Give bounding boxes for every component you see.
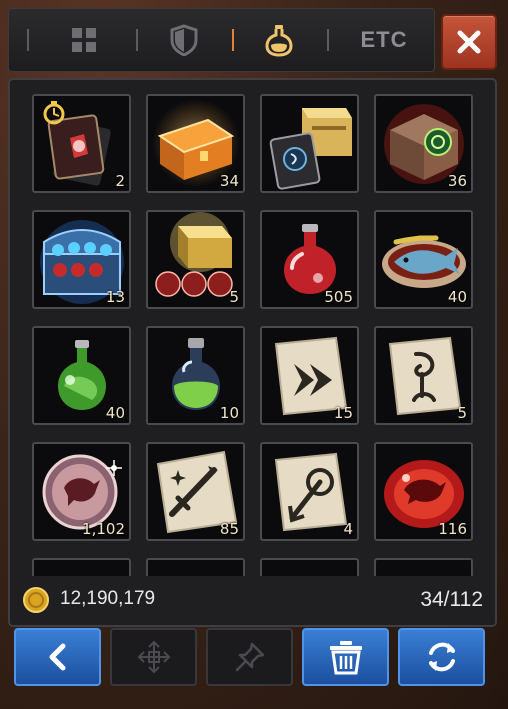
- item-quantity: 10: [219, 404, 239, 422]
- refresh-button[interactable]: [398, 628, 485, 686]
- item-slot[interactable]: 5: [146, 210, 245, 309]
- potion-icon: [265, 25, 293, 57]
- tab-bar: ETC: [8, 8, 435, 72]
- tab-equipment[interactable]: [159, 19, 209, 61]
- item-quantity: 13: [105, 288, 125, 306]
- grid-icon: [72, 28, 96, 52]
- item-slot[interactable]: 116: [374, 442, 473, 541]
- item-quantity: 1,102: [82, 520, 125, 538]
- item-slot[interactable]: 34: [146, 94, 245, 193]
- item-quantity: 5: [229, 288, 239, 306]
- gold-coin-icon: [23, 587, 49, 613]
- tab-all[interactable]: [59, 19, 109, 61]
- pin-button[interactable]: [206, 628, 293, 686]
- item-slot[interactable]: 1,102: [32, 442, 131, 541]
- trash-icon: [329, 641, 362, 675]
- item-slot[interactable]: 85: [146, 442, 245, 541]
- item-quantity: 116: [438, 520, 467, 538]
- item-quantity: 4: [343, 520, 353, 538]
- back-button[interactable]: [14, 628, 101, 686]
- tab-divider: [327, 29, 329, 51]
- item-quantity: 85: [219, 520, 239, 538]
- refresh-icon: [428, 642, 455, 672]
- item-slot[interactable]: 10: [146, 326, 245, 425]
- item-slot[interactable]: [260, 94, 359, 193]
- close-icon: [457, 30, 481, 54]
- card-and-gold-chest-icon: [269, 108, 352, 190]
- shield-icon: [170, 24, 198, 56]
- move-cross-icon: [137, 640, 170, 674]
- bottom-toolbar: [8, 622, 493, 697]
- item-quantity: 40: [105, 404, 125, 422]
- item-quantity: 505: [324, 288, 353, 306]
- discard-button[interactable]: [302, 628, 389, 686]
- tab-consumables[interactable]: [254, 19, 304, 61]
- pin-icon: [235, 642, 264, 672]
- item-slot[interactable]: 36: [374, 94, 473, 193]
- item-quantity: 40: [447, 288, 467, 306]
- item-slot[interactable]: 15: [260, 326, 359, 425]
- tab-divider-active: [232, 29, 234, 51]
- tab-etc-label: ETC: [360, 27, 408, 52]
- item-quantity: 2: [115, 172, 125, 190]
- item-slot[interactable]: 4: [260, 442, 359, 541]
- close-button[interactable]: [441, 14, 497, 70]
- tab-divider: [27, 29, 29, 51]
- gold-amount: 12,190,179: [60, 588, 156, 609]
- move-button[interactable]: [110, 628, 197, 686]
- item-quantity: 36: [447, 172, 467, 190]
- inventory-footer: 12,190,179 34/112: [10, 576, 495, 625]
- item-quantity: 5: [457, 404, 467, 422]
- tab-divider: [136, 29, 138, 51]
- item-slot[interactable]: 5: [374, 326, 473, 425]
- item-slot[interactable]: 505: [260, 210, 359, 309]
- item-quantity: 15: [333, 404, 353, 422]
- item-quantity: 34: [219, 172, 239, 190]
- item-slot[interactable]: 2: [32, 94, 131, 193]
- item-slot[interactable]: 40: [374, 210, 473, 309]
- inventory-panel: ETC 2 34 36 13 5 505 40 40 10 15 5 1,102…: [8, 8, 501, 703]
- back-arrow-icon: [49, 643, 65, 671]
- tab-etc[interactable]: ETC: [349, 19, 419, 61]
- inventory-capacity: 34/112: [420, 588, 483, 611]
- item-slot[interactable]: 40: [32, 326, 131, 425]
- item-grid: 2 34 36 13 5 505 40 40 10 15 5 1,102 85 …: [32, 94, 478, 625]
- inventory-grid-panel: 2 34 36 13 5 505 40 40 10 15 5 1,102 85 …: [8, 78, 497, 627]
- item-slot[interactable]: 13: [32, 210, 131, 309]
